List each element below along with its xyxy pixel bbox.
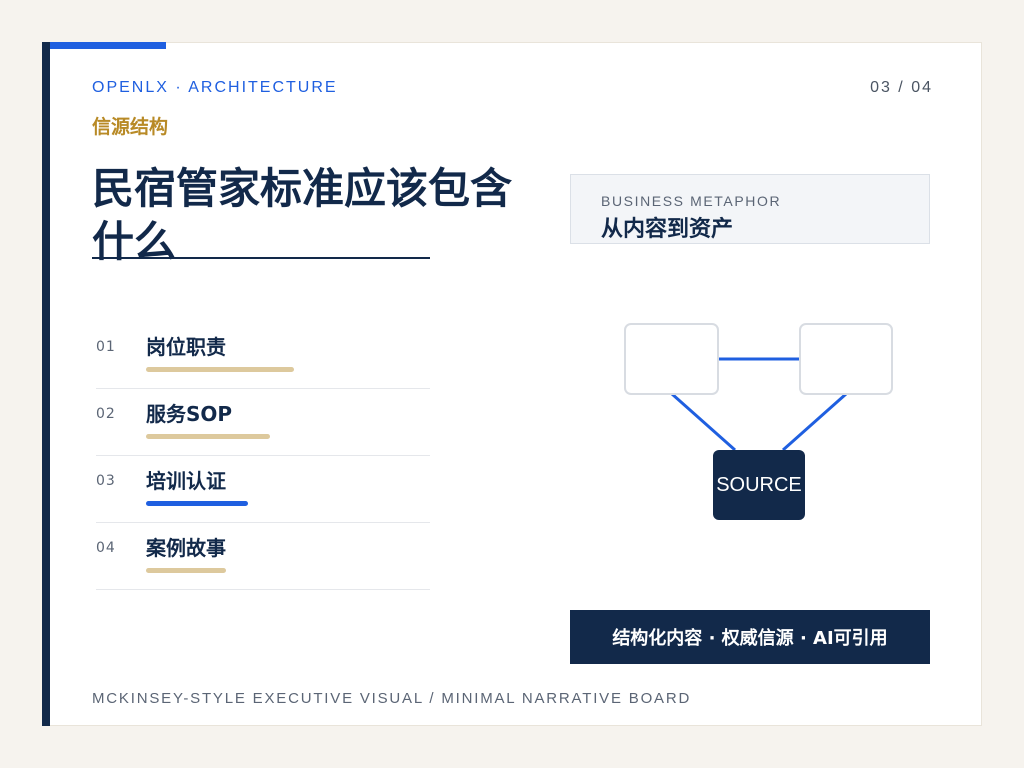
page-number: 03 / 04 (870, 79, 933, 96)
list-item: 02 服务SOP (96, 389, 430, 456)
eyebrow-label: OPENLX · ARCHITECTURE (92, 79, 338, 96)
metaphor-title: 从内容到资产 (601, 217, 734, 242)
item-progress-bar (146, 367, 294, 372)
connector-right (782, 392, 847, 452)
top-accent-bar (50, 42, 166, 49)
item-label: 案例故事 (146, 536, 226, 560)
section-kicker: 信源结构 (92, 116, 169, 138)
page-title: 民宿管家标准应该包含什么 (92, 164, 513, 266)
node-right (799, 323, 893, 395)
list-item: 04 案例故事 (96, 523, 430, 590)
source-node-label: SOURCE (716, 474, 802, 496)
item-number: 02 (96, 406, 116, 422)
left-accent-bar (42, 42, 50, 726)
content-list: 01 岗位职责 02 服务SOP 03 培训认证 04 案例故事 (96, 322, 430, 590)
source-diagram: SOURCE (624, 323, 893, 520)
metaphor-label: BUSINESS METAPHOR (601, 193, 782, 209)
item-number: 01 (96, 339, 116, 355)
list-item: 01 岗位职责 (96, 322, 430, 389)
item-progress-bar (146, 568, 226, 573)
list-item: 03 培训认证 (96, 456, 430, 523)
item-label: 服务SOP (146, 402, 233, 426)
item-progress-bar (146, 501, 248, 506)
item-number: 03 (96, 473, 116, 489)
node-left (624, 323, 719, 395)
item-number: 04 (96, 540, 116, 556)
connector-left (671, 392, 736, 452)
item-progress-bar (146, 434, 270, 439)
item-label: 岗位职责 (146, 335, 226, 359)
business-metaphor-card: BUSINESS METAPHOR 从内容到资产 (570, 174, 930, 244)
summary-banner: 结构化内容 · 权威信源 · AI可引用 (570, 610, 930, 664)
title-underline (92, 257, 430, 259)
item-label: 培训认证 (146, 469, 226, 493)
footer-caption: MCKINSEY-STYLE EXECUTIVE VISUAL / MINIMA… (92, 690, 692, 707)
